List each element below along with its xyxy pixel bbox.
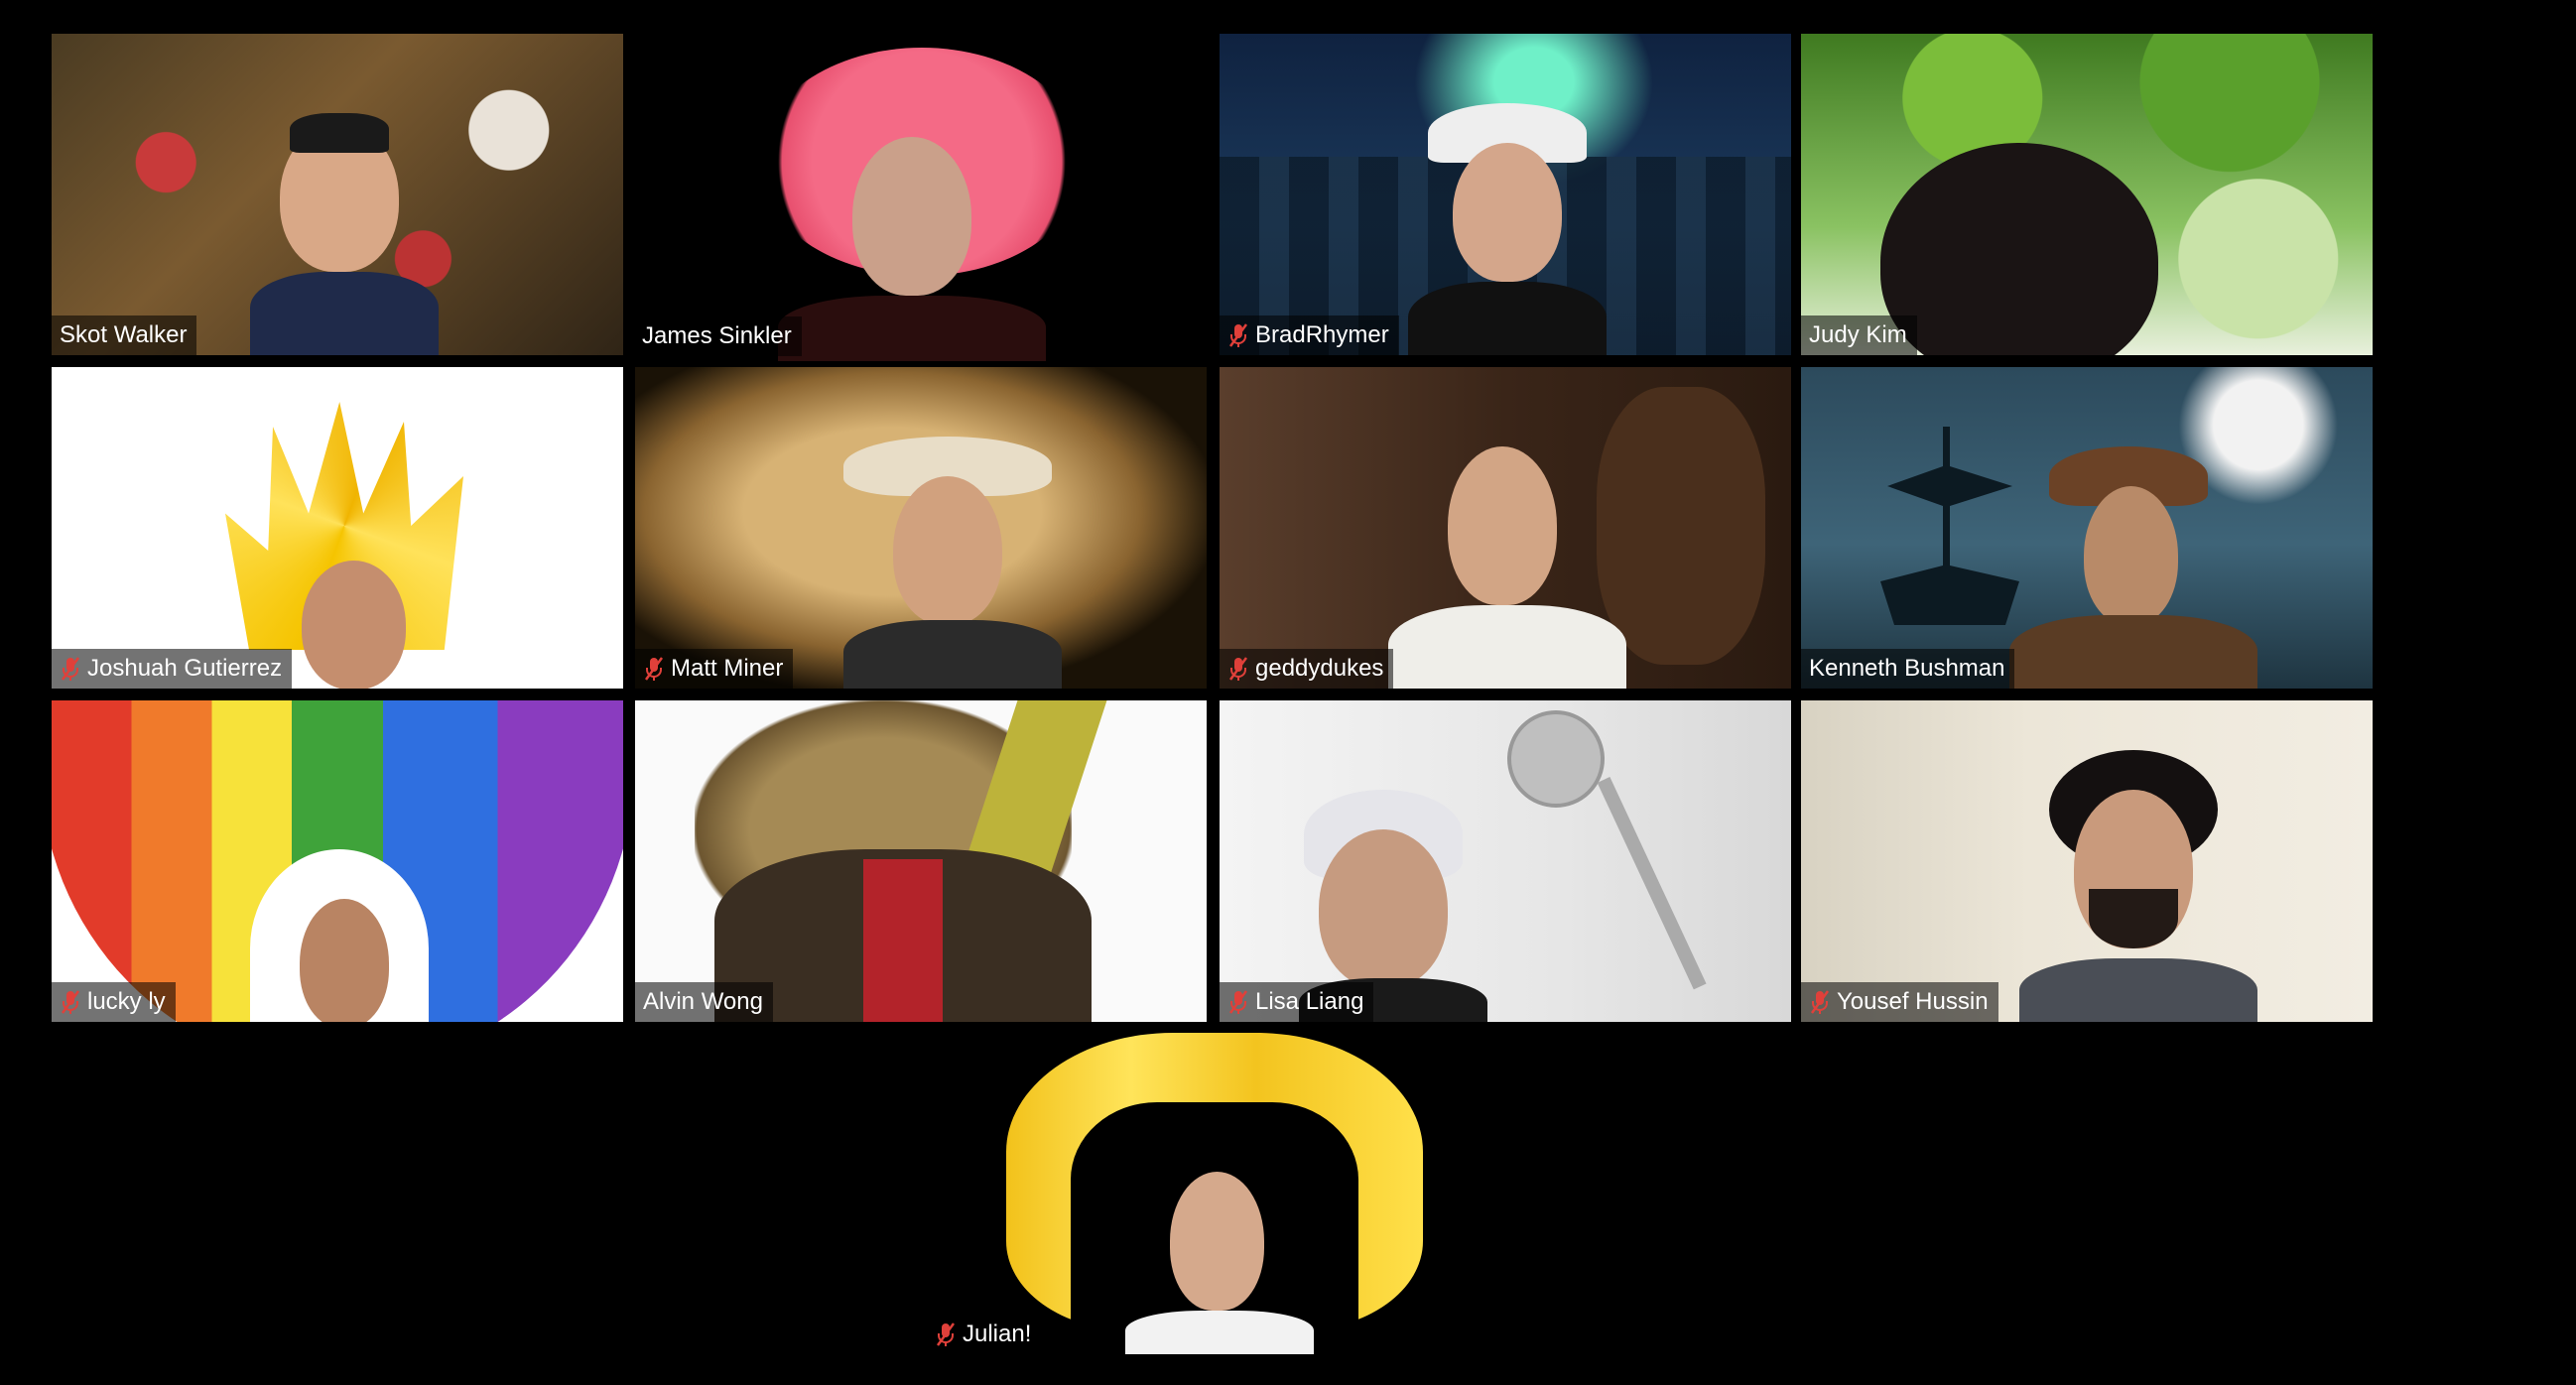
person-james <box>852 137 971 296</box>
muted-mic-icon <box>1228 990 1248 1014</box>
video-tile-judy-kim[interactable]: Judy Kim <box>1801 34 2373 355</box>
muted-mic-icon <box>61 657 80 681</box>
participant-name: Judy Kim <box>1809 321 1907 348</box>
participant-label: Yousef Hussin <box>1801 982 1998 1022</box>
participant-name: Julian! <box>963 1321 1032 1347</box>
participant-label: Judy Kim <box>1801 315 1917 355</box>
participant-label: James Sinkler <box>634 316 802 356</box>
shower-head <box>1507 710 1605 808</box>
participant-name: BradRhymer <box>1255 321 1389 348</box>
participant-name: lucky ly <box>87 988 166 1015</box>
video-tile-bradrhymer[interactable]: BradRhymer <box>1220 34 1791 355</box>
person-lucky <box>300 899 389 1022</box>
participant-label: Julian! <box>927 1315 1042 1354</box>
participant-label: Lisa Liang <box>1220 982 1374 1022</box>
muted-mic-icon <box>644 657 664 681</box>
participant-label: Joshuah Gutierrez <box>52 649 293 689</box>
participant-name: Yousef Hussin <box>1837 988 1989 1015</box>
participant-label: Matt Miner <box>635 649 794 689</box>
person-geddy <box>1388 437 1626 689</box>
participant-label: Skot Walker <box>52 315 197 355</box>
muted-mic-icon <box>1228 323 1248 347</box>
participant-label: BradRhymer <box>1220 315 1399 355</box>
video-tile-alvin-wong[interactable]: Alvin Wong <box>635 700 1207 1022</box>
participant-name: Joshuah Gutierrez <box>87 655 283 682</box>
video-tile-matt-miner[interactable]: Matt Miner <box>635 367 1207 689</box>
participant-name: Skot Walker <box>60 321 188 348</box>
wookiee-figure <box>1597 387 1765 665</box>
participant-name: Matt Miner <box>671 655 784 682</box>
person-matt <box>843 427 1062 689</box>
muted-mic-icon <box>936 1322 956 1346</box>
participant-label: Alvin Wong <box>635 982 773 1022</box>
person-julian <box>1170 1172 1264 1311</box>
video-tile-geddydukes[interactable]: geddydukes <box>1220 367 1791 689</box>
video-tile-julian[interactable]: Julian! <box>927 1033 1498 1354</box>
video-tile-skot-walker[interactable]: Skot Walker <box>52 34 623 355</box>
participant-name: geddydukes <box>1255 655 1384 682</box>
person-joshuah <box>302 561 406 689</box>
participant-name: Kenneth Bushman <box>1809 655 2005 682</box>
video-tile-yousef-hussin[interactable]: Yousef Hussin <box>1801 700 2373 1022</box>
person-kenneth <box>2009 446 2257 689</box>
video-tile-joshuah-gutierrez[interactable]: Joshuah Gutierrez <box>52 367 623 689</box>
participant-label: lucky ly <box>52 982 176 1022</box>
person-skot <box>250 93 439 355</box>
participant-name: Alvin Wong <box>643 988 763 1015</box>
video-tile-kenneth-bushman[interactable]: Kenneth Bushman <box>1801 367 2373 689</box>
muted-mic-icon <box>61 990 80 1014</box>
person-yousef <box>2019 750 2257 1022</box>
muted-mic-icon <box>1228 657 1248 681</box>
person-brad <box>1408 103 1607 355</box>
participant-name: James Sinkler <box>642 322 792 349</box>
participant-label: Kenneth Bushman <box>1801 649 2015 689</box>
participant-name: Lisa Liang <box>1255 988 1364 1015</box>
muted-mic-icon <box>1810 990 1830 1014</box>
video-tile-lucky-ly[interactable]: lucky ly <box>52 700 623 1022</box>
video-tile-james-sinkler[interactable]: James Sinkler <box>629 28 1215 361</box>
video-tile-lisa-liang[interactable]: Lisa Liang <box>1220 700 1791 1022</box>
participant-label: geddydukes <box>1220 649 1394 689</box>
